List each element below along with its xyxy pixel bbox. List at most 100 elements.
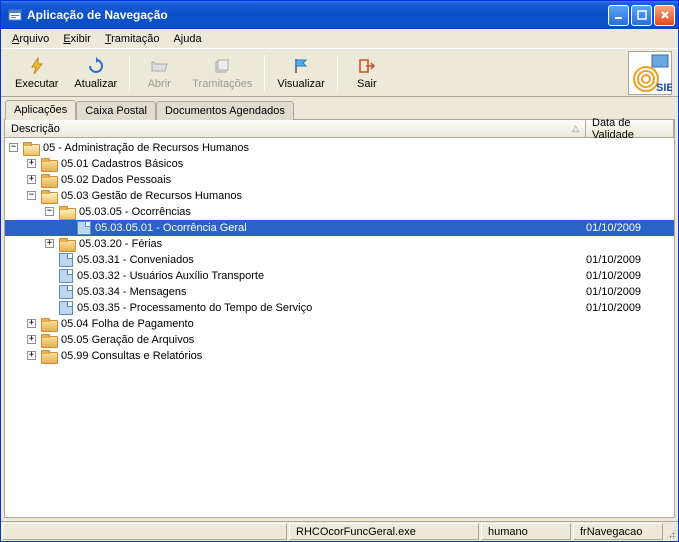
tab-caixa-postal[interactable]: Caixa Postal [76,101,156,120]
tree-row[interactable]: − 05 - Administração de Recursos Humanos [5,140,674,156]
menu-label: xibir [71,33,91,45]
menu-label: ramitação [111,33,159,45]
tree-row[interactable]: − 05.03.05 - Ocorrências [5,204,674,220]
node-date: 01/10/2009 [586,254,674,266]
tree-row[interactable]: + 05.04 Folha de Pagamento [5,316,674,332]
expand-icon[interactable]: + [27,175,36,184]
status-user: humano [481,523,571,540]
tab-label: Caixa Postal [85,105,147,117]
maximize-button[interactable] [631,5,652,26]
folder-icon [41,350,57,363]
column-label: Descrição [11,123,60,135]
tab-bar: Aplicações Caixa Postal Documentos Agend… [1,97,678,119]
visualizar-button[interactable]: Visualizar [269,52,333,94]
folder-icon [41,158,57,171]
tree-row[interactable]: + 05.03.20 - Férias [5,236,674,252]
menu-ajuda[interactable]: Ajuda [166,31,208,47]
lightning-icon [27,56,47,76]
node-date: 01/10/2009 [586,286,674,298]
node-label: 05.03 Gestão de Recursos Humanos [60,190,586,202]
node-label: 05.03.32 - Usuários Auxílio Transporte [76,270,586,282]
menu-arquivo[interactable]: Arquivo [5,31,56,47]
tree-row[interactable]: + 05.02 Dados Pessoais [5,172,674,188]
collapse-icon[interactable]: − [45,207,54,216]
node-label: 05.03.35 - Processamento do Tempo de Ser… [76,302,586,314]
node-label: 05.02 Dados Pessoais [60,174,586,186]
tree-row[interactable]: + 05.05 Geração de Arquivos [5,332,674,348]
status-exe: RHCOcorFuncGeral.exe [289,523,479,540]
folder-icon [41,318,57,331]
column-validade[interactable]: Data de Validade [586,120,674,137]
sair-button[interactable]: Sair [342,52,392,94]
folder-icon [59,238,75,251]
close-button[interactable] [654,5,675,26]
tree-row[interactable]: 05.03.32 - Usuários Auxílio Transporte 0… [5,268,674,284]
tree-row-selected[interactable]: 05.03.05.01 - Ocorrência Geral 01/10/200… [5,220,674,236]
atualizar-button[interactable]: Atualizar [66,52,125,94]
content-panel: Descrição △ Data de Validade − 05 - Admi… [4,119,675,518]
collapse-icon[interactable]: − [27,191,36,200]
tree-row[interactable]: − 05.03 Gestão de Recursos Humanos [5,188,674,204]
node-label: 05.99 Consultas e Relatórios [60,350,586,362]
column-label: Data de Validade [592,117,667,141]
menu-tramitacao[interactable]: Tramitação [98,31,167,47]
folder-open-icon [41,190,57,203]
collapse-icon[interactable]: − [9,143,18,152]
menu-label: rquivo [19,33,49,45]
tree-row[interactable]: 05.03.34 - Mensagens 01/10/2009 [5,284,674,300]
tab-label: Documentos Agendados [165,105,285,117]
node-label: 05.03.05.01 - Ocorrência Geral [94,222,586,234]
expand-icon[interactable]: + [45,239,54,248]
node-label: 05.03.20 - Férias [78,238,586,250]
button-label: Visualizar [277,78,325,90]
expand-icon[interactable]: + [27,319,36,328]
toolbar: Executar Atualizar Abrir Tramitações Vis… [1,49,678,97]
document-icon [59,269,73,283]
menu-bar: Arquivo Exibir Tramitação Ajuda [1,29,678,49]
node-label: 05.03.05 - Ocorrências [78,206,586,218]
expand-icon[interactable]: + [27,159,36,168]
tree-row[interactable]: + 05.01 Cadastros Básicos [5,156,674,172]
title-bar: Aplicação de Navegação [1,1,678,29]
node-label: 05.01 Cadastros Básicos [60,158,586,170]
folder-icon [41,174,57,187]
refresh-icon [86,56,106,76]
tab-documentos[interactable]: Documentos Agendados [156,101,294,120]
svg-text:SIE: SIE [656,82,672,94]
app-window: Aplicação de Navegação Arquivo Exibir Tr… [0,0,679,542]
column-descricao[interactable]: Descrição △ [5,120,586,137]
tree-row[interactable]: 05.03.31 - Conveniados 01/10/2009 [5,252,674,268]
folder-open-icon [59,206,75,219]
folder-icon [41,334,57,347]
status-form: frNavegacao [573,523,663,540]
menu-exibir[interactable]: Exibir [56,31,98,47]
expand-icon[interactable]: + [27,351,36,360]
app-icon [7,7,23,23]
button-label: Sair [357,78,377,90]
tab-aplicacoes[interactable]: Aplicações [5,100,76,120]
document-icon [59,253,73,267]
toolbar-separator [264,55,265,91]
node-label: 05 - Administração de Recursos Humanos [42,142,586,154]
tab-label: Aplicações [14,104,67,116]
executar-button[interactable]: Executar [7,52,66,94]
status-bar: RHCOcorFuncGeral.exe humano frNavegacao [1,521,678,541]
folder-open-icon [149,56,169,76]
status-text: humano [488,526,528,538]
node-label: 05.03.34 - Mensagens [76,286,586,298]
window-title: Aplicação de Navegação [27,8,608,22]
document-icon [59,285,73,299]
column-headers: Descrição △ Data de Validade [5,120,674,138]
minimize-button[interactable] [608,5,629,26]
node-label: 05.04 Folha de Pagamento [60,318,586,330]
tree-row[interactable]: 05.03.35 - Processamento do Tempo de Ser… [5,300,674,316]
menu-label: uda [183,33,201,45]
tree-row[interactable]: + 05.99 Consultas e Relatórios [5,348,674,364]
folder-open-icon [23,142,39,155]
expand-icon[interactable]: + [27,335,36,344]
sort-ascending-icon: △ [572,123,579,134]
document-stack-icon [212,56,232,76]
button-label: Atualizar [74,78,117,90]
tree-view[interactable]: − 05 - Administração de Recursos Humanos… [5,138,674,517]
resize-grip[interactable] [664,522,678,541]
